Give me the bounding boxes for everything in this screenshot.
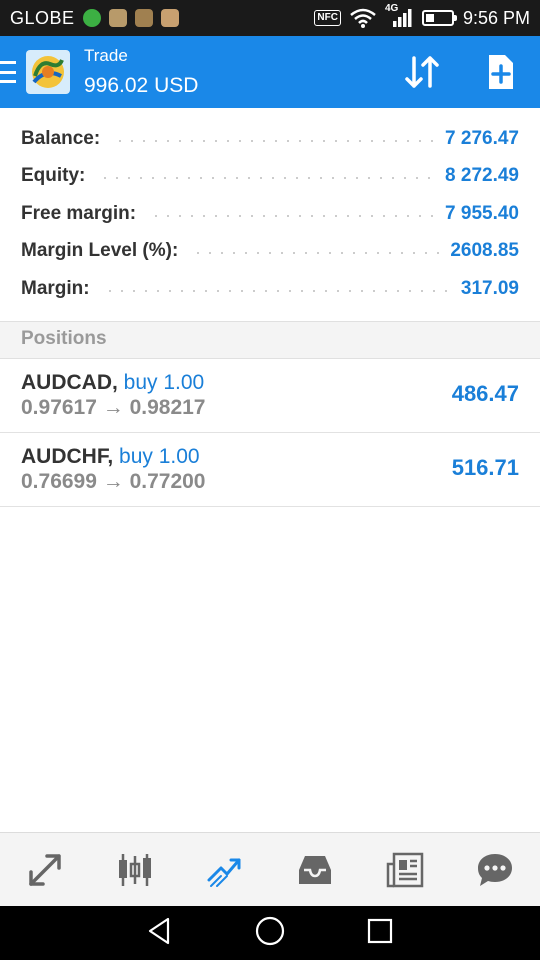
position-profit: 516.71 [451,455,519,480]
positions-list: AUDCAD, buy 1.00 0.97617 → 0.98217 486.4… [0,359,540,507]
sort-icon[interactable] [402,52,442,92]
position-row[interactable]: AUDCHF, buy 1.00 0.76699 → 0.77200 516.7… [0,433,540,507]
summary-row-free-margin: Free margin: 7 955.40 [0,195,540,233]
equity-label: Equity: [21,165,86,187]
home-icon[interactable] [254,915,286,952]
leader-dots [114,139,436,142]
positions-section-header: Positions [0,321,540,359]
balance-label: Balance: [21,127,101,149]
menu-icon[interactable] [0,61,16,83]
balance-value: 7 276.47 [445,127,519,149]
leader-dots [99,177,436,180]
metatrader-logo [26,50,70,94]
position-prices: 0.76699 → 0.77200 [21,470,206,493]
tab-chat[interactable] [450,833,540,906]
position-side: buy 1.00 [119,445,200,468]
leader-dots [192,252,441,255]
free-margin-label: Free margin: [21,202,137,224]
leader-dots [150,214,436,217]
tab-quotes[interactable] [0,833,90,906]
quotes-icon [29,853,61,886]
recents-icon[interactable] [364,915,396,952]
position-side: buy 1.00 [123,371,205,394]
signal-icon: 4G [385,3,413,29]
system-nav-bar [0,906,540,960]
chart-icon [119,853,151,886]
account-summary: Balance: 7 276.47 Equity: 8 272.49 Free … [0,120,540,308]
summary-row-margin-level: Margin Level (%): 2608.85 [0,233,540,271]
position-profit: 486.47 [451,381,519,406]
app-icon-b [134,9,153,27]
wifi-icon [350,8,376,28]
whatsapp-icon [82,9,101,27]
news-icon [386,852,424,887]
history-icon [299,855,331,884]
battery-icon [421,10,457,26]
chat-icon [478,853,512,886]
summary-row-margin: Margin: 317.09 [0,270,540,308]
position-symbol: AUDCAD, [21,371,118,394]
tab-news[interactable] [360,833,450,906]
status-bar: GLOBE NFC 4G 9:56 PM [0,0,540,36]
tab-chart[interactable] [90,833,180,906]
position-row[interactable]: AUDCAD, buy 1.00 0.97617 → 0.98217 486.4… [0,359,540,433]
app-bar: Trade 996.02 USD [0,36,540,108]
app-icon-c [160,9,179,27]
app-bar-title: Trade [84,46,128,65]
position-symbol: AUDCHF, [21,445,114,468]
leader-dots [103,289,451,292]
margin-label: Margin: [21,277,90,299]
equity-value: 8 272.49 [445,165,519,187]
margin-level-value: 2608.85 [450,240,519,262]
carrier-name: GLOBE [10,7,75,28]
new-order-icon[interactable] [481,52,521,92]
margin-value: 317.09 [460,277,519,299]
free-margin-value: 7 955.40 [445,202,519,224]
tab-trade[interactable] [180,833,270,906]
trade-icon [207,858,241,887]
summary-row-equity: Equity: 8 272.49 [0,158,540,196]
summary-row-balance: Balance: 7 276.47 [0,120,540,158]
app-icon-a [108,9,127,27]
back-icon[interactable] [144,915,176,952]
tab-history[interactable] [270,833,360,906]
bottom-tab-bar [0,832,540,906]
margin-level-label: Margin Level (%): [21,240,179,262]
position-prices: 0.97617 → 0.98217 [21,396,206,419]
status-time: 9:56 PM [462,7,530,28]
account-balance-subtitle: 996.02 USD [84,74,199,97]
nfc-icon: NFC [314,10,341,26]
